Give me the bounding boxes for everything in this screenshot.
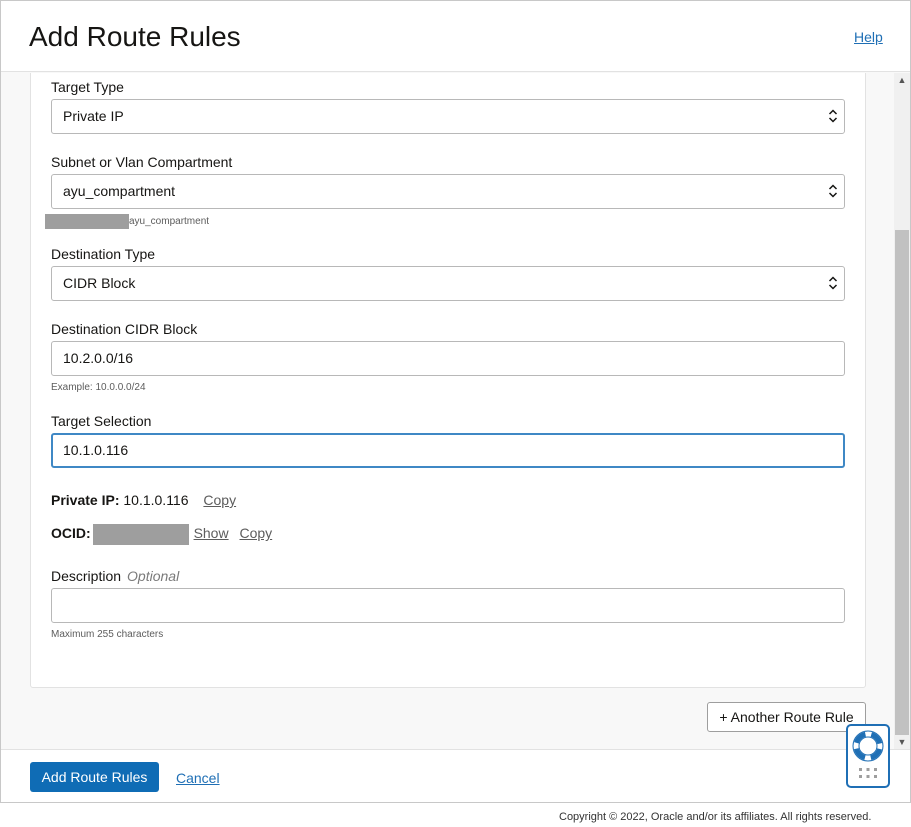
compartment-path-hint: ayu_compartment [45, 214, 209, 229]
copyright-text: Copyright © 2022, Oracle and/or its affi… [559, 811, 872, 823]
compartment-value: ayu_compartment [63, 183, 176, 199]
destination-type-label: Destination Type [51, 246, 156, 262]
compartment-path-text: ayu_compartment [129, 216, 210, 228]
description-hint: Maximum 255 characters [51, 629, 164, 640]
scroll-down-icon[interactable]: ▼ [894, 735, 910, 749]
target-selection-input[interactable]: 10.1.0.116 [51, 433, 845, 468]
copy-private-ip-link[interactable]: Copy [203, 492, 236, 508]
show-ocid-link[interactable]: Show [194, 525, 229, 541]
destination-type-select[interactable]: CIDR Block [51, 266, 845, 301]
redacted-block [45, 214, 129, 229]
target-type-value: Private IP [63, 108, 124, 124]
scroll-up-icon[interactable]: ▲ [894, 73, 910, 87]
chevron-updown-icon [828, 184, 838, 198]
ocid-label: OCID: [51, 525, 91, 542]
redacted-ocid [92, 524, 189, 545]
add-route-rules-button[interactable]: Add Route Rules [30, 762, 159, 792]
lifebuoy-icon [852, 730, 884, 778]
compartment-label: Subnet or Vlan Compartment [51, 154, 233, 170]
private-ip-label: Private IP: [51, 492, 120, 508]
cancel-link[interactable]: Cancel [176, 770, 220, 786]
dialog-footer: Add Route Rules Cancel [1, 749, 910, 802]
destination-cidr-hint: Example: 10.0.0.0/24 [51, 382, 146, 393]
scrollbar[interactable]: ▲ ▼ [894, 73, 910, 749]
description-label: Description Optional [51, 568, 179, 584]
destination-cidr-label: Destination CIDR Block [51, 321, 198, 337]
dialog-body[interactable]: Target Type Private IP Subnet or Vlan Co… [1, 73, 910, 749]
add-another-route-rule-button[interactable]: + Another Route Rule [707, 702, 866, 732]
compartment-select[interactable]: ayu_compartment [51, 174, 845, 209]
route-rule-card: Target Type Private IP Subnet or Vlan Co… [30, 73, 866, 688]
dialog-header: Add Route Rules Help [1, 1, 910, 72]
chevron-updown-icon [828, 276, 838, 290]
target-selection-label: Target Selection [51, 413, 152, 429]
scroll-thumb[interactable] [895, 230, 909, 735]
dialog-title: Add Route Rules [29, 21, 241, 52]
target-type-label: Target Type [51, 79, 124, 95]
ocid-row: OCID: Show Copy [51, 524, 272, 545]
add-route-rules-dialog: Add Route Rules Help Target Type Private… [0, 0, 911, 803]
destination-cidr-input[interactable]: 10.2.0.0/16 [51, 341, 845, 376]
description-input[interactable] [51, 588, 845, 623]
private-ip-row: Private IP: 10.1.0.116 Copy [51, 492, 236, 508]
private-ip-value: 10.1.0.116 [123, 492, 189, 508]
copy-ocid-link[interactable]: Copy [239, 525, 272, 541]
description-optional: Optional [127, 568, 180, 584]
grid-dots-icon [859, 768, 877, 778]
help-widget[interactable] [846, 724, 890, 788]
target-type-select[interactable]: Private IP [51, 99, 845, 134]
chevron-updown-icon [828, 109, 838, 123]
destination-type-value: CIDR Block [63, 275, 136, 291]
help-link[interactable]: Help [854, 29, 883, 45]
description-label-text: Description [51, 568, 122, 584]
